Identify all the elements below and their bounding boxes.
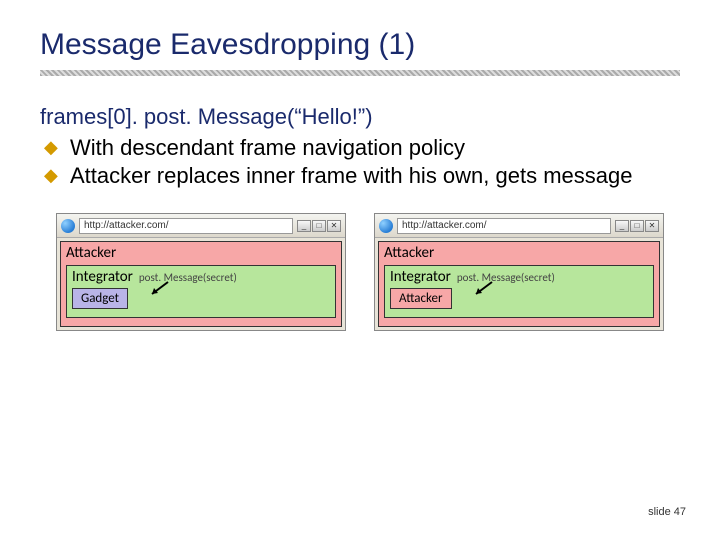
attacker-frame: Attacker [390,288,452,309]
title-divider [40,70,680,76]
integrator-label: Integrator [72,268,133,286]
code-line: frames[0]. post. Message(“Hello!”) [40,104,680,130]
url-bar: http://attacker.com/ [79,218,293,234]
integrator-label: Integrator [390,268,451,286]
window-buttons: _ □ ✕ [615,220,659,232]
close-icon: ✕ [645,220,659,232]
bullet-item: With descendant frame navigation policy [44,134,680,162]
arrow-icon [144,280,170,300]
bullet-list: With descendant frame navigation policy … [44,134,680,189]
maximize-icon: □ [630,220,644,232]
attacker-label: Attacker [66,244,336,262]
diagram-row: http://attacker.com/ _ □ ✕ Attacker Inte… [40,213,680,331]
url-bar: http://attacker.com/ [397,218,611,234]
minimize-icon: _ [297,220,311,232]
gadget-frame: Gadget [72,288,128,309]
browser-window-left: http://attacker.com/ _ □ ✕ Attacker Inte… [56,213,346,331]
slide-number: slide 47 [648,506,686,518]
browser-chrome: http://attacker.com/ _ □ ✕ [375,214,663,238]
close-icon: ✕ [327,220,341,232]
window-buttons: _ □ ✕ [297,220,341,232]
minimize-icon: _ [615,220,629,232]
integrator-pane: Integrator post. Message(secret) Gadget [66,265,336,318]
slide-title: Message Eavesdropping (1) [40,28,680,62]
attacker-label: Attacker [384,244,654,262]
browser-chrome: http://attacker.com/ _ □ ✕ [57,214,345,238]
globe-icon [61,219,75,233]
arrow-icon [468,280,494,300]
bullet-item: Attacker replaces inner frame with his o… [44,162,680,190]
integrator-pane: Integrator post. Message(secret) Attacke… [384,265,654,318]
browser-window-right: http://attacker.com/ _ □ ✕ Attacker Inte… [374,213,664,331]
attacker-pane: Attacker Integrator post. Message(secret… [60,241,342,327]
globe-icon [379,219,393,233]
maximize-icon: □ [312,220,326,232]
attacker-pane: Attacker Integrator post. Message(secret… [378,241,660,327]
